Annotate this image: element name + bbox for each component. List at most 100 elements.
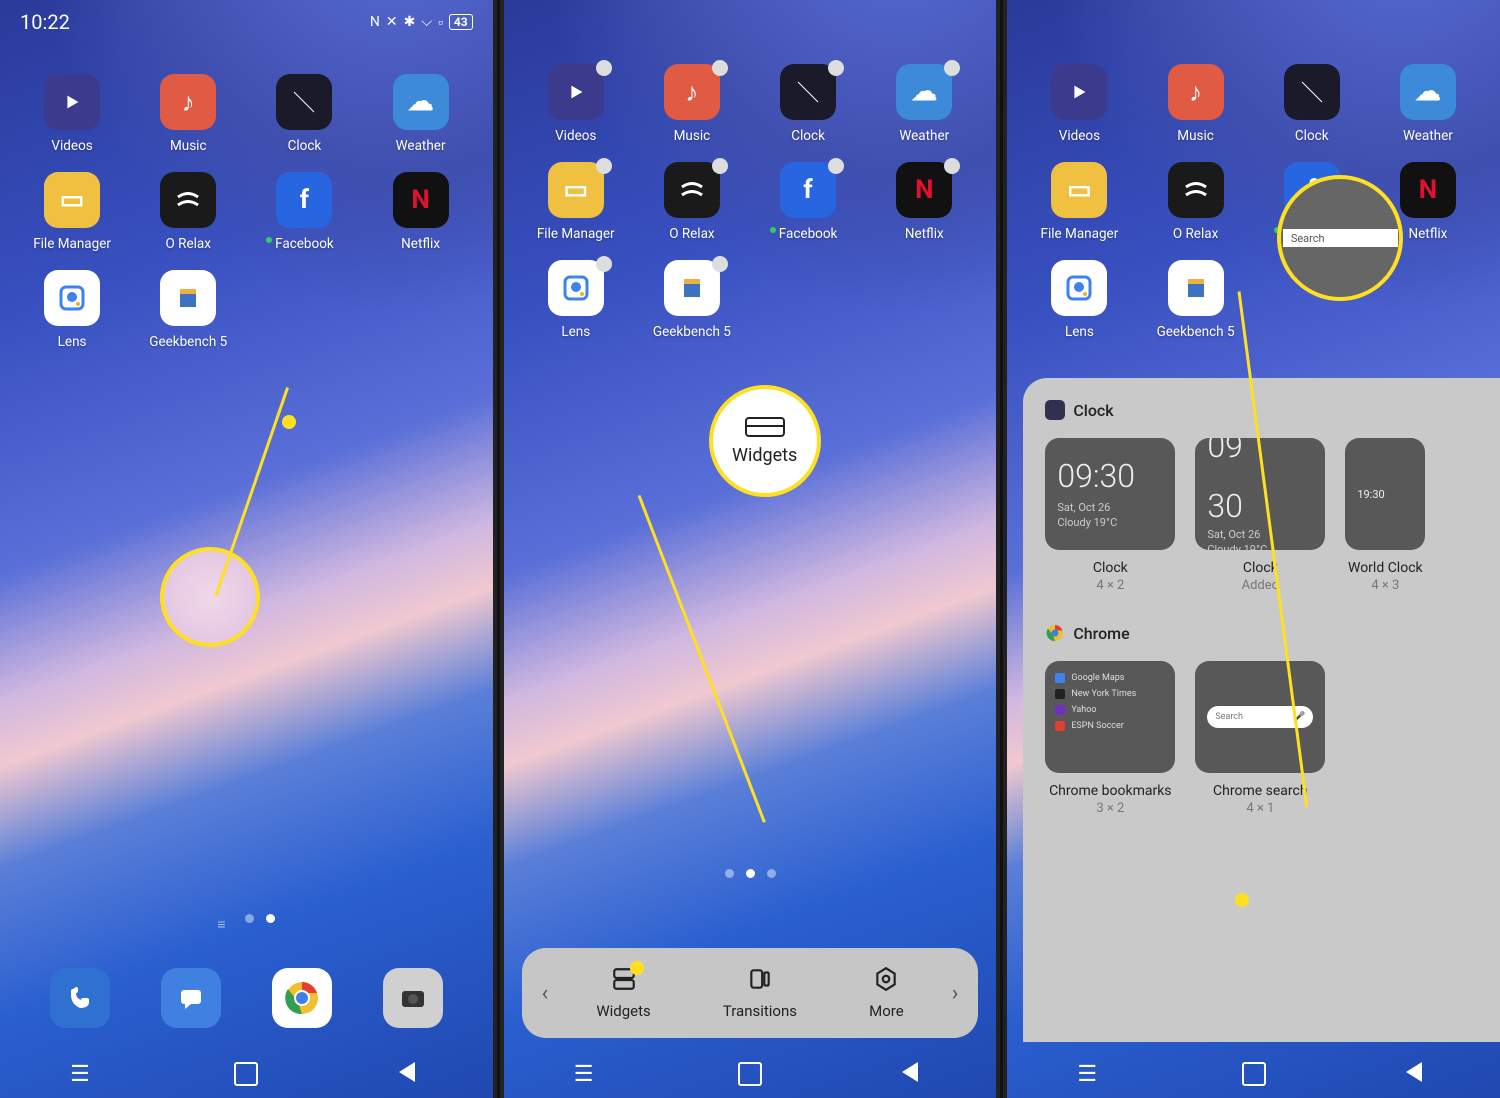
widget-chrome-bookmarks[interactable]: Google Maps New York Times Yahoo ESPN So… xyxy=(1045,661,1175,816)
app-netflix[interactable]: NNetflix xyxy=(870,162,978,242)
app-videos[interactable]: Videos xyxy=(1025,64,1133,144)
app-facebook[interactable]: fFacebook xyxy=(250,172,358,252)
app-music[interactable]: ♪Music xyxy=(134,74,242,154)
widget-clock-4x2[interactable]: 09:30Sat, Oct 26Cloudy 19°C Clock 4 × 2 xyxy=(1045,438,1175,593)
wifi-icon: ⌵ xyxy=(421,14,432,30)
app-label: Lens xyxy=(1065,324,1094,340)
app-videos[interactable]: Videos xyxy=(18,74,126,154)
app-geekbench[interactable]: Geekbench 5 xyxy=(1141,260,1249,340)
app-videos[interactable]: Videos xyxy=(522,64,630,144)
app-orelax[interactable]: O Relax xyxy=(638,162,746,242)
remove-icon[interactable] xyxy=(596,60,612,76)
app-filemanager[interactable]: ▭File Manager xyxy=(522,162,630,242)
app-music[interactable]: ♪Music xyxy=(1141,64,1249,144)
app-label: File Manager xyxy=(33,236,111,252)
widget-chrome-search[interactable]: Search🎤 Chrome search 4 × 1 xyxy=(1195,661,1325,816)
tray-next-icon[interactable]: › xyxy=(940,981,971,1006)
widget-name: Chrome search xyxy=(1213,783,1308,799)
widget-size: Added xyxy=(1242,578,1279,593)
page-indicator[interactable] xyxy=(504,869,997,878)
widget-size: 4 × 1 xyxy=(1246,801,1274,816)
nav-recents[interactable] xyxy=(1077,1062,1101,1086)
widget-name: World Clock xyxy=(1348,560,1423,576)
widget-size: 4 × 3 xyxy=(1371,578,1399,593)
app-label: Music xyxy=(170,138,207,154)
remove-icon[interactable] xyxy=(712,158,728,174)
status-time: 10:22 xyxy=(20,10,70,34)
app-label: O Relax xyxy=(669,226,714,242)
dock-camera[interactable] xyxy=(383,968,443,1028)
remove-icon[interactable] xyxy=(944,60,960,76)
edit-tray: ‹ Widgets Transitions More › xyxy=(522,948,979,1038)
system-nav xyxy=(1007,1050,1500,1098)
tray-widgets[interactable]: Widgets xyxy=(596,966,650,1020)
nav-home[interactable] xyxy=(1242,1062,1266,1086)
app-label: Geekbench 5 xyxy=(149,334,227,350)
notification-dot xyxy=(770,227,776,233)
dock-chrome[interactable] xyxy=(272,968,332,1028)
app-clock[interactable]: Clock xyxy=(250,74,358,154)
remove-icon[interactable] xyxy=(944,158,960,174)
widget-picker[interactable]: Clock 09:30Sat, Oct 26Cloudy 19°C Clock … xyxy=(1023,378,1500,1042)
tray-transitions[interactable]: Transitions xyxy=(723,966,797,1020)
app-orelax[interactable]: O Relax xyxy=(134,172,242,252)
nav-recents[interactable] xyxy=(70,1062,94,1086)
app-lens[interactable]: Lens xyxy=(1025,260,1133,340)
app-facebook[interactable]: fFacebook xyxy=(754,162,862,242)
app-label: Netflix xyxy=(905,226,944,242)
group-label: Chrome xyxy=(1073,624,1129,643)
widget-group-clock[interactable]: Clock xyxy=(1045,400,1500,420)
widget-clock-stacked[interactable]: 0930Sat, Oct 26Cloudy 19°C Clock Added xyxy=(1195,438,1325,593)
tray-label: More xyxy=(869,1002,904,1020)
transitions-icon xyxy=(747,966,773,992)
app-geekbench[interactable]: Geekbench 5 xyxy=(134,270,242,350)
group-label: Clock xyxy=(1073,401,1113,420)
nav-back[interactable] xyxy=(902,1062,926,1086)
home-grid: Videos ♪Music Clock ☁Weather ▭File Manag… xyxy=(1007,0,1500,340)
app-weather[interactable]: ☁Weather xyxy=(1374,64,1482,144)
dock-phone[interactable] xyxy=(50,968,110,1028)
remove-icon[interactable] xyxy=(828,158,844,174)
panel-editmode: Videos ♪Music Clock ☁Weather ▭File Manag… xyxy=(504,0,997,1098)
app-clock[interactable]: Clock xyxy=(1258,64,1366,144)
app-music[interactable]: ♪Music xyxy=(638,64,746,144)
app-label: O Relax xyxy=(166,236,211,252)
app-weather[interactable]: ☁Weather xyxy=(367,74,475,154)
nav-home[interactable] xyxy=(234,1062,258,1086)
widget-group-chrome[interactable]: Chrome xyxy=(1045,623,1500,643)
app-lens[interactable]: Lens xyxy=(522,260,630,340)
app-label: Weather xyxy=(1403,128,1453,144)
tray-prev-icon[interactable]: ‹ xyxy=(530,981,561,1006)
app-geekbench[interactable]: Geekbench 5 xyxy=(638,260,746,340)
nav-back[interactable] xyxy=(399,1062,423,1086)
app-filemanager[interactable]: ▭File Manager xyxy=(1025,162,1133,242)
widget-name: Clock xyxy=(1093,560,1128,576)
app-netflix[interactable]: NNetflix xyxy=(367,172,475,252)
app-clock[interactable]: Clock xyxy=(754,64,862,144)
remove-icon[interactable] xyxy=(712,60,728,76)
home-grid-edit: Videos ♪Music Clock ☁Weather ▭File Manag… xyxy=(504,0,997,340)
remove-icon[interactable] xyxy=(596,256,612,272)
app-orelax[interactable]: O Relax xyxy=(1141,162,1249,242)
page-indicator[interactable] xyxy=(0,914,493,923)
app-label: Clock xyxy=(288,138,322,154)
tray-more[interactable]: More xyxy=(869,966,904,1020)
more-icon xyxy=(873,966,899,992)
remove-icon[interactable] xyxy=(596,158,612,174)
app-label: Geekbench 5 xyxy=(653,324,731,340)
app-filemanager[interactable]: ▭File Manager xyxy=(18,172,126,252)
app-lens[interactable]: Lens xyxy=(18,270,126,350)
highlight-circle-widgets: Widgets xyxy=(709,385,821,497)
remove-icon[interactable] xyxy=(712,256,728,272)
nav-recents[interactable] xyxy=(574,1062,598,1086)
widgets-icon xyxy=(745,417,785,437)
nav-home[interactable] xyxy=(738,1062,762,1086)
app-weather[interactable]: ☁Weather xyxy=(870,64,978,144)
app-label: File Manager xyxy=(1041,226,1119,242)
clock-app-icon xyxy=(1045,400,1065,420)
nav-back[interactable] xyxy=(1406,1062,1430,1086)
widget-worldclock[interactable]: 19:30 World Clock 4 × 3 xyxy=(1345,438,1425,593)
remove-icon[interactable] xyxy=(828,60,844,76)
dock-messages[interactable] xyxy=(161,968,221,1028)
search-placeholder: Search xyxy=(1291,232,1325,245)
